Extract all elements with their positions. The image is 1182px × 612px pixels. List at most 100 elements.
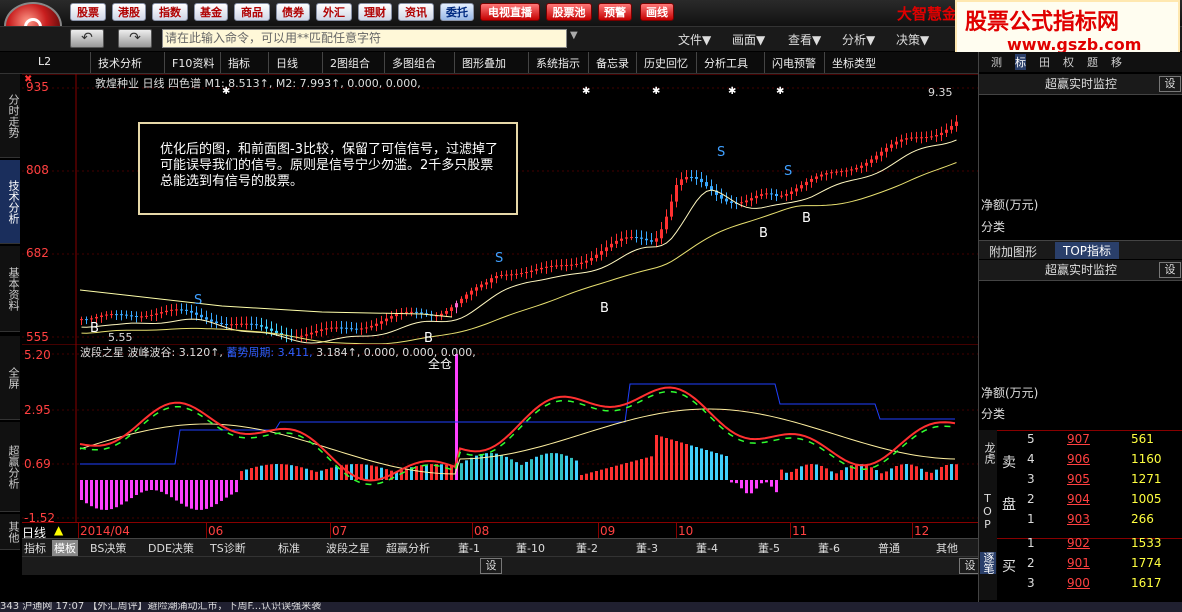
ob-volume: 266 <box>1131 512 1154 526</box>
toolbar-item-12[interactable]: 坐标类型 <box>832 55 876 71</box>
indicator-chart[interactable] <box>22 344 978 522</box>
right-tab-2[interactable]: 田 <box>1039 54 1050 70</box>
order-book-row[interactable]: 5 907 561 <box>1019 432 1179 450</box>
date-tick-line <box>790 523 791 539</box>
bottom-tab-13[interactable]: 董-5 <box>758 540 780 556</box>
bottom-tab-8[interactable]: 董-1 <box>458 540 480 556</box>
left-tab-4[interactable]: 超赢分析 <box>0 422 20 512</box>
menu-3[interactable]: 基金 <box>194 3 228 21</box>
side-dragon[interactable]: 龙虎 <box>981 442 997 464</box>
back-button[interactable]: ↶ <box>70 29 104 48</box>
order-book-row[interactable]: 3 900 1617 <box>1019 576 1179 594</box>
candle-body <box>945 129 948 133</box>
toolbar-item-5[interactable]: 多图组合 <box>392 55 436 71</box>
bottom-tab-1[interactable]: 模板 <box>52 540 78 556</box>
indicator-bar <box>780 469 783 480</box>
toolbar-item-7[interactable]: 系统指示 <box>536 55 580 71</box>
left-tab-3[interactable]: 全屏 <box>0 336 20 420</box>
command-input[interactable]: 请在此输入命令，可以用**匹配任意字符 <box>162 29 567 48</box>
menu-1[interactable]: 港股 <box>112 3 146 21</box>
right-menu-2[interactable]: 查看▼ <box>788 31 821 48</box>
left-tab-0[interactable]: 分时走势 <box>0 74 20 158</box>
candle-body <box>855 167 858 170</box>
bottom-tab-0[interactable]: 指标 <box>24 540 46 556</box>
right-tab-5[interactable]: 移 <box>1111 54 1122 70</box>
menu-5[interactable]: 债券 <box>276 3 310 21</box>
forward-button[interactable]: ↷ <box>118 29 152 48</box>
toolbar-sep <box>268 52 269 73</box>
toolbar-item-4[interactable]: 2图组合 <box>330 55 370 71</box>
right-tab-4[interactable]: 题 <box>1087 54 1098 70</box>
right-menu-4[interactable]: 决策▼ <box>896 31 929 48</box>
monitor-settings-2[interactable]: 设 <box>1159 262 1181 278</box>
toolbar-item-8[interactable]: 备忘录 <box>596 55 629 71</box>
menu-11[interactable]: 股票池 <box>546 3 592 21</box>
right-menu-0[interactable]: 文件▼ <box>678 31 711 48</box>
bottom-tab-11[interactable]: 董-3 <box>636 540 658 556</box>
bottom-tab-10[interactable]: 董-2 <box>576 540 598 556</box>
toolbar-item-1[interactable]: F10资料 <box>172 55 214 71</box>
status-bar: 343 沪通网 17:07 【外汇周评】避险潮涌动汇市，下周F...认识误强来袭 <box>0 602 1182 612</box>
period-triangle-icon[interactable]: ▲ <box>54 523 63 537</box>
settings-button-left[interactable]: 设 <box>480 558 502 574</box>
command-dropdown-icon[interactable]: ▼ <box>570 30 578 41</box>
bottom-tab-4[interactable]: TS诊断 <box>210 540 246 556</box>
menu-7[interactable]: 理财 <box>358 3 392 21</box>
bottom-tab-16[interactable]: 其他 <box>936 540 958 556</box>
side-top[interactable]: TOP <box>981 492 994 531</box>
order-book-row[interactable]: 1 903 266 <box>1019 512 1179 530</box>
date-tick-2: 07 <box>332 524 348 538</box>
right-tab-0[interactable]: 测 <box>991 54 1002 70</box>
bottom-tab-6[interactable]: 波段之星 <box>326 540 370 556</box>
right-tab-1[interactable]: 标 <box>1015 54 1026 70</box>
menu-12[interactable]: 预警 <box>598 3 632 21</box>
side-tick[interactable]: 逐笔 <box>980 552 996 574</box>
menu-0[interactable]: 股票 <box>70 3 106 21</box>
order-book-row[interactable]: 4 906 1160 <box>1019 452 1179 470</box>
indicator-bar <box>860 464 863 480</box>
stock-code[interactable]: L2 <box>38 55 51 68</box>
addon-tab-top[interactable]: TOP指标 <box>1055 242 1120 259</box>
left-tab-5[interactable]: 其他 <box>0 514 20 550</box>
candle-body <box>570 264 573 266</box>
order-book-row[interactable]: 2 904 1005 <box>1019 492 1179 510</box>
toolbar-item-9[interactable]: 历史回忆 <box>644 55 688 71</box>
bottom-tab-9[interactable]: 董-10 <box>516 540 545 556</box>
menu-4[interactable]: 商品 <box>234 3 270 21</box>
right-menu-3[interactable]: 分析▼ <box>842 31 875 48</box>
left-tab-1[interactable]: 技术分析 <box>0 160 20 244</box>
price-tick-0: 935 <box>26 80 49 94</box>
bottom-tab-3[interactable]: DDE决策 <box>148 540 194 556</box>
menu-6[interactable]: 外汇 <box>316 3 352 21</box>
order-book-row[interactable]: 3 905 1271 <box>1019 472 1179 490</box>
menu-9[interactable]: 委托 <box>440 3 474 21</box>
toolbar-item-0[interactable]: 技术分析 <box>98 55 142 71</box>
toolbar-sep <box>824 52 825 73</box>
indicator-bar <box>280 464 283 480</box>
monitor-settings-1[interactable]: 设 <box>1159 76 1181 92</box>
toolbar-item-11[interactable]: 闪电预警 <box>772 55 816 71</box>
toolbar-item-6[interactable]: 图形叠加 <box>462 55 506 71</box>
bottom-tab-14[interactable]: 董-6 <box>818 540 840 556</box>
menu-2[interactable]: 指数 <box>152 3 188 21</box>
toolbar-item-10[interactable]: 分析工具 <box>704 55 748 71</box>
toolbar-item-2[interactable]: 指标 <box>228 55 250 71</box>
bottom-tab-2[interactable]: BS决策 <box>90 540 126 556</box>
bottom-tab-12[interactable]: 董-4 <box>696 540 718 556</box>
right-menu-1[interactable]: 画面▼ <box>732 31 765 48</box>
right-tab-3[interactable]: 权 <box>1063 54 1074 70</box>
addon-tab-graph[interactable]: 附加图形 <box>989 243 1037 260</box>
bottom-tab-5[interactable]: 标准 <box>278 540 300 556</box>
indicator-bar <box>835 473 838 480</box>
toolbar-item-3[interactable]: 日线 <box>276 55 298 71</box>
menu-8[interactable]: 资讯 <box>398 3 434 21</box>
menu-13[interactable]: 画线 <box>640 3 674 21</box>
bottom-tab-15[interactable]: 普通 <box>878 540 900 556</box>
left-tab-2[interactable]: 基本资料 <box>0 246 20 332</box>
bottom-tab-7[interactable]: 超赢分析 <box>386 540 430 556</box>
order-book-row[interactable]: 2 901 1774 <box>1019 556 1179 574</box>
candle-body <box>905 138 908 140</box>
indicator-bar <box>880 473 883 480</box>
menu-10[interactable]: 电视直播 <box>480 3 540 21</box>
order-book-row[interactable]: 1 902 1533 <box>1019 536 1179 554</box>
